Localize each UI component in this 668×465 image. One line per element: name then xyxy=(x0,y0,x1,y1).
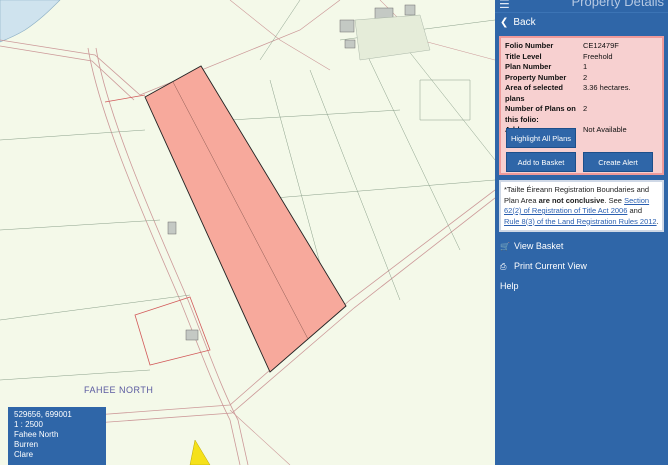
help-button[interactable]: Help xyxy=(495,276,668,296)
add-to-basket-button[interactable]: Add to Basket xyxy=(506,152,576,172)
detail-value: Freehold xyxy=(583,51,613,61)
water-body xyxy=(0,0,61,43)
menu-icon[interactable]: ☰ xyxy=(499,0,510,11)
notice-text: . See xyxy=(604,195,625,205)
coord-barony: Burren xyxy=(14,440,39,449)
back-button[interactable]: ❮ Back xyxy=(495,12,668,32)
detail-row: Area of selected plans 3.36 hectares. xyxy=(505,83,658,104)
rule-8-link[interactable]: Rule 8(3) of the Land Registration Rules… xyxy=(504,217,657,226)
map-canvas[interactable] xyxy=(0,0,495,465)
notice-bold: are not conclusive xyxy=(538,195,605,205)
townland-label: FAHEE NORTH xyxy=(84,385,154,395)
disclaimer-notice: *Tailte Éireann Registration Boundaries … xyxy=(499,180,664,232)
detail-key: Folio Number xyxy=(505,41,554,50)
notice-text: . xyxy=(656,216,659,226)
detail-row: Folio Number CE12479F xyxy=(505,41,658,52)
detail-key: Title Level xyxy=(505,51,542,61)
detail-value: 1 xyxy=(583,62,588,71)
detail-key: Number of Plans on this folio: xyxy=(505,104,576,124)
detail-row: Title Level Freehold xyxy=(505,52,658,63)
coordinate-box: 529656, 699001 1 : 2500 Fahee North Burr… xyxy=(8,407,106,465)
view-basket-button[interactable]: 🛒 View Basket xyxy=(495,236,668,256)
view-basket-label: View Basket xyxy=(514,241,564,251)
detail-key: Plan Number xyxy=(505,62,552,71)
notice-text: and xyxy=(627,206,643,215)
coord-townland: Fahee North xyxy=(14,430,59,439)
coord-xy: 529656, 699001 xyxy=(14,410,72,419)
detail-row: Property Number 2 xyxy=(505,73,658,84)
coord-county: Clare xyxy=(14,450,34,459)
road-marker xyxy=(189,439,211,465)
detail-row: Number of Plans on this folio: 2 xyxy=(505,104,658,125)
detail-value: CE12479F xyxy=(583,41,619,50)
printer-icon: ⎙ xyxy=(500,262,507,271)
detail-value: 3.36 hectares. xyxy=(583,83,631,92)
selected-parcel xyxy=(144,65,347,373)
detail-value: 2 xyxy=(583,72,588,82)
detail-row: Plan Number 1 xyxy=(505,62,658,73)
coord-scale: 1 : 2500 xyxy=(14,420,43,429)
create-alert-button[interactable]: Create Alert xyxy=(583,152,653,172)
panel-topbar: ☰ Property Details xyxy=(495,0,668,12)
detail-value: Not Available xyxy=(583,125,627,134)
highlight-all-plans-button[interactable]: Highlight All Plans xyxy=(506,128,576,148)
side-panel: ☰ Property Details ❮ Back Folio Number CE1… xyxy=(495,0,668,465)
chevron-left-icon: ❮ xyxy=(500,17,509,28)
print-view-button[interactable]: ⎙ Print Current View xyxy=(495,256,668,276)
help-label: Help xyxy=(500,281,519,291)
cart-icon: 🛒 xyxy=(500,242,510,251)
map-view[interactable]: FAHEE NORTH 529656, 699001 1 : 2500 Fahe… xyxy=(0,0,495,465)
print-view-label: Print Current View xyxy=(514,261,587,271)
detail-key: Area of selected plans xyxy=(505,83,563,103)
property-details-box: Folio Number CE12479F Title Level Freehold… xyxy=(499,36,664,175)
detail-value: 2 xyxy=(583,104,588,113)
detail-key: Property Number xyxy=(505,72,567,82)
panel-title: Property Details xyxy=(571,0,664,9)
back-label: Back xyxy=(513,17,536,28)
